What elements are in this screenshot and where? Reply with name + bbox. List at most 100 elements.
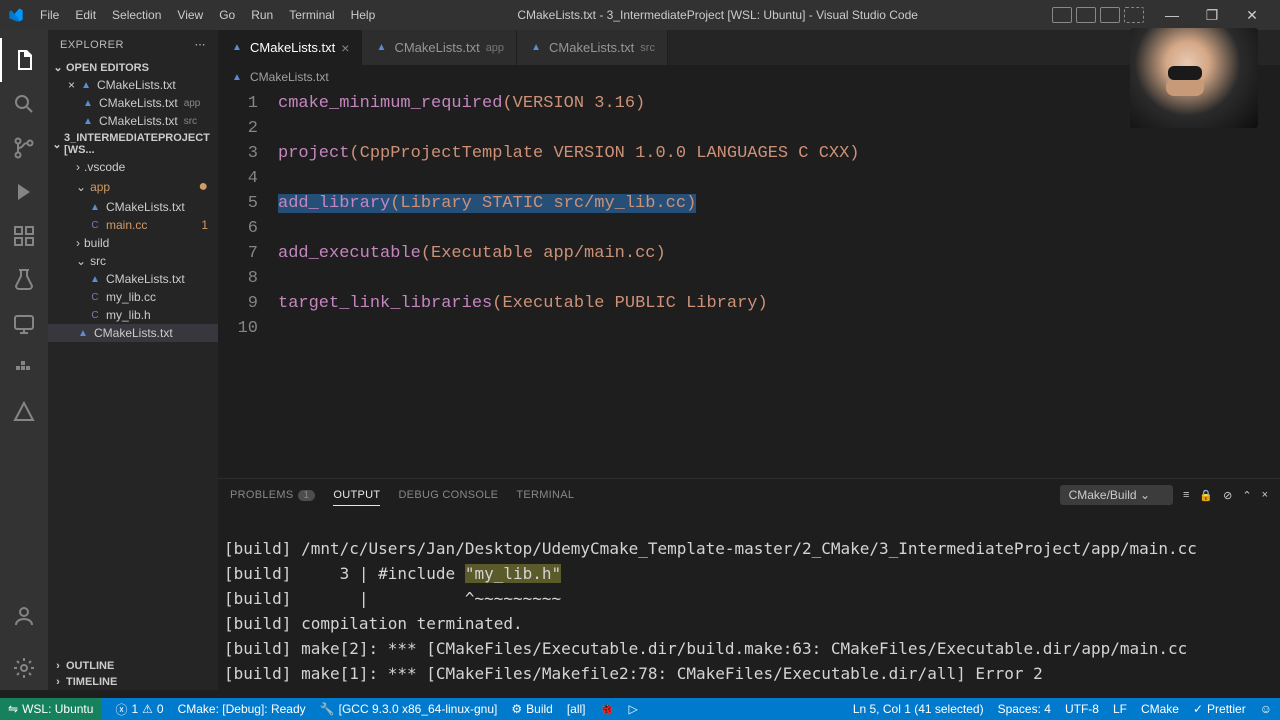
folder-label: src [90, 254, 106, 268]
file-label: my_lib.cc [106, 290, 156, 304]
status-eol[interactable]: LF [1113, 702, 1127, 716]
maximize-button[interactable]: ❐ [1192, 1, 1232, 29]
file-root-cml[interactable]: ▲CMakeLists.txt [48, 324, 218, 342]
status-encoding[interactable]: UTF-8 [1065, 702, 1099, 716]
status-cmake[interactable]: CMake: [Debug]: Ready [178, 702, 306, 716]
breadcrumb[interactable]: ▲CMakeLists.txt [218, 65, 1280, 89]
cmake-icon: ▲ [81, 96, 95, 110]
open-editor-item[interactable]: ▲CMakeLists.txtsrc [48, 112, 218, 130]
menu-view[interactable]: View [169, 4, 211, 26]
minimize-button[interactable]: — [1152, 1, 1192, 29]
folder-vscode[interactable]: ›.vscode [48, 158, 218, 176]
activity-settings[interactable] [0, 646, 48, 690]
more-icon[interactable]: ⋯ [195, 38, 207, 51]
list-icon[interactable]: ≡ [1183, 489, 1189, 501]
activity-remote[interactable] [0, 302, 48, 346]
status-remote[interactable]: ⇋WSL: Ubuntu [0, 698, 101, 720]
file-src-cml[interactable]: ▲CMakeLists.txt [48, 270, 218, 288]
code-token: cmake_minimum_required [278, 94, 502, 113]
toggle-secondary-icon[interactable] [1100, 7, 1120, 23]
explorer-title-label: EXPLORER [60, 39, 124, 51]
chevron-down-icon: ⌄ [76, 180, 86, 194]
menu-terminal[interactable]: Terminal [281, 4, 342, 26]
status-kit[interactable]: 🔧[GCC 9.3.0 x86_64-linux-gnu] [320, 702, 498, 716]
toggle-sidebar-icon[interactable] [1052, 7, 1072, 23]
branch-icon [12, 136, 36, 160]
toggle-panel-icon[interactable] [1076, 7, 1096, 23]
panel-tab-debug-console[interactable]: DEBUG CONSOLE [398, 485, 498, 505]
activity-run-debug[interactable] [0, 170, 48, 214]
file-label: main.cc [106, 218, 147, 232]
activity-cmake[interactable] [0, 390, 48, 434]
open-editor-item[interactable]: ▲CMakeLists.txtapp [48, 94, 218, 112]
cmake-icon: ▲ [230, 41, 244, 55]
menu-edit[interactable]: Edit [67, 4, 104, 26]
menu-file[interactable]: File [32, 4, 67, 26]
clear-icon[interactable]: ⊘ [1223, 489, 1232, 502]
close-icon[interactable]: × [341, 40, 349, 56]
file-main-cc[interactable]: Cmain.cc1 [48, 216, 218, 234]
output-channel-select[interactable]: CMake/Build ⌄ [1060, 485, 1173, 505]
panel-tab-output[interactable]: OUTPUT [333, 485, 380, 506]
output-body[interactable]: [build] /mnt/c/Users/Jan/Desktop/UdemyCm… [218, 511, 1280, 690]
open-editor-item[interactable]: ×▲CMakeLists.txt [48, 76, 218, 94]
code-token: (Executable app/main.cc) [421, 244, 666, 263]
folder-src[interactable]: ⌄src [48, 252, 218, 270]
folder-build[interactable]: ›build [48, 234, 218, 252]
status-spaces[interactable]: Spaces: 4 [998, 702, 1051, 716]
cmake-icon: ▲ [76, 326, 90, 340]
file-mylib-cc[interactable]: Cmy_lib.cc [48, 288, 218, 306]
play-bug-icon [12, 180, 36, 204]
open-editors-header[interactable]: ⌄OPEN EDITORS [48, 59, 218, 76]
activity-search[interactable] [0, 82, 48, 126]
tab-cmakelists-root[interactable]: ▲CMakeLists.txt× [218, 30, 362, 65]
lock-icon[interactable]: 🔒 [1199, 489, 1213, 502]
status-language[interactable]: CMake [1141, 702, 1179, 716]
code-token: project [278, 144, 349, 163]
status-target[interactable]: [all] [567, 702, 586, 716]
status-cursor[interactable]: Ln 5, Col 1 (41 selected) [853, 702, 984, 716]
outline-header[interactable]: ›OUTLINE [48, 658, 218, 674]
activity-account[interactable] [0, 594, 48, 638]
folder-label: app [90, 180, 110, 194]
status-build[interactable]: ⚙Build [511, 702, 552, 716]
status-prettier[interactable]: ✓Prettier [1193, 702, 1246, 716]
panel-tab-problems[interactable]: PROBLEMS1 [230, 485, 315, 505]
editor-area: ▲CMakeLists.txt× ▲CMakeLists.txtapp ▲CMa… [218, 30, 1280, 690]
activity-test[interactable] [0, 258, 48, 302]
close-button[interactable]: ✕ [1232, 1, 1272, 29]
file-mylib-h[interactable]: Cmy_lib.h [48, 306, 218, 324]
code-content[interactable]: cmake_minimum_required(VERSION 3.16) pro… [278, 89, 1280, 478]
panel-tab-terminal[interactable]: TERMINAL [516, 485, 574, 505]
maximize-panel-icon[interactable]: ⌃ [1242, 489, 1251, 502]
status-launch-icon[interactable]: ▷ [628, 702, 637, 716]
activity-explorer[interactable] [0, 38, 48, 82]
tab-cmakelists-src[interactable]: ▲CMakeLists.txtsrc [517, 30, 668, 65]
bottom-panel: PROBLEMS1 OUTPUT DEBUG CONSOLE TERMINAL … [218, 478, 1280, 690]
activity-extensions[interactable] [0, 214, 48, 258]
file-label: CMakeLists.txt [106, 200, 185, 214]
file-app-cml[interactable]: ▲CMakeLists.txt [48, 198, 218, 216]
timeline-header[interactable]: ›TIMELINE [48, 674, 218, 690]
close-icon[interactable]: × [68, 78, 75, 92]
panel-tabs: PROBLEMS1 OUTPUT DEBUG CONSOLE TERMINAL … [218, 479, 1280, 511]
status-feedback-icon[interactable]: ☺ [1260, 702, 1272, 716]
status-bar: ⇋WSL: Ubuntu ⓧ1⚠0 CMake: [Debug]: Ready … [0, 698, 1280, 720]
menu-go[interactable]: Go [211, 4, 243, 26]
close-panel-icon[interactable]: × [1262, 489, 1268, 501]
menu-help[interactable]: Help [343, 4, 384, 26]
explorer-title: EXPLORER ⋯ [48, 30, 218, 59]
code-editor[interactable]: 12345678910 cmake_minimum_required(VERSI… [218, 89, 1280, 478]
menu-run[interactable]: Run [243, 4, 281, 26]
menu-selection[interactable]: Selection [104, 4, 169, 26]
status-debug-icon[interactable]: 🐞 [600, 702, 615, 716]
activity-source-control[interactable] [0, 126, 48, 170]
status-problems[interactable]: ⓧ1⚠0 [115, 701, 163, 718]
customize-layout-icon[interactable] [1124, 7, 1144, 23]
folder-app[interactable]: ⌄app● [48, 176, 218, 198]
project-header[interactable]: ⌄3_INTERMEDIATEPROJECT [WS... [48, 130, 218, 158]
activity-docker[interactable] [0, 346, 48, 390]
beaker-icon [12, 268, 36, 292]
output-line: [build] make[2]: *** [CMakeFiles/Executa… [224, 636, 1274, 661]
tab-cmakelists-app[interactable]: ▲CMakeLists.txtapp [362, 30, 517, 65]
